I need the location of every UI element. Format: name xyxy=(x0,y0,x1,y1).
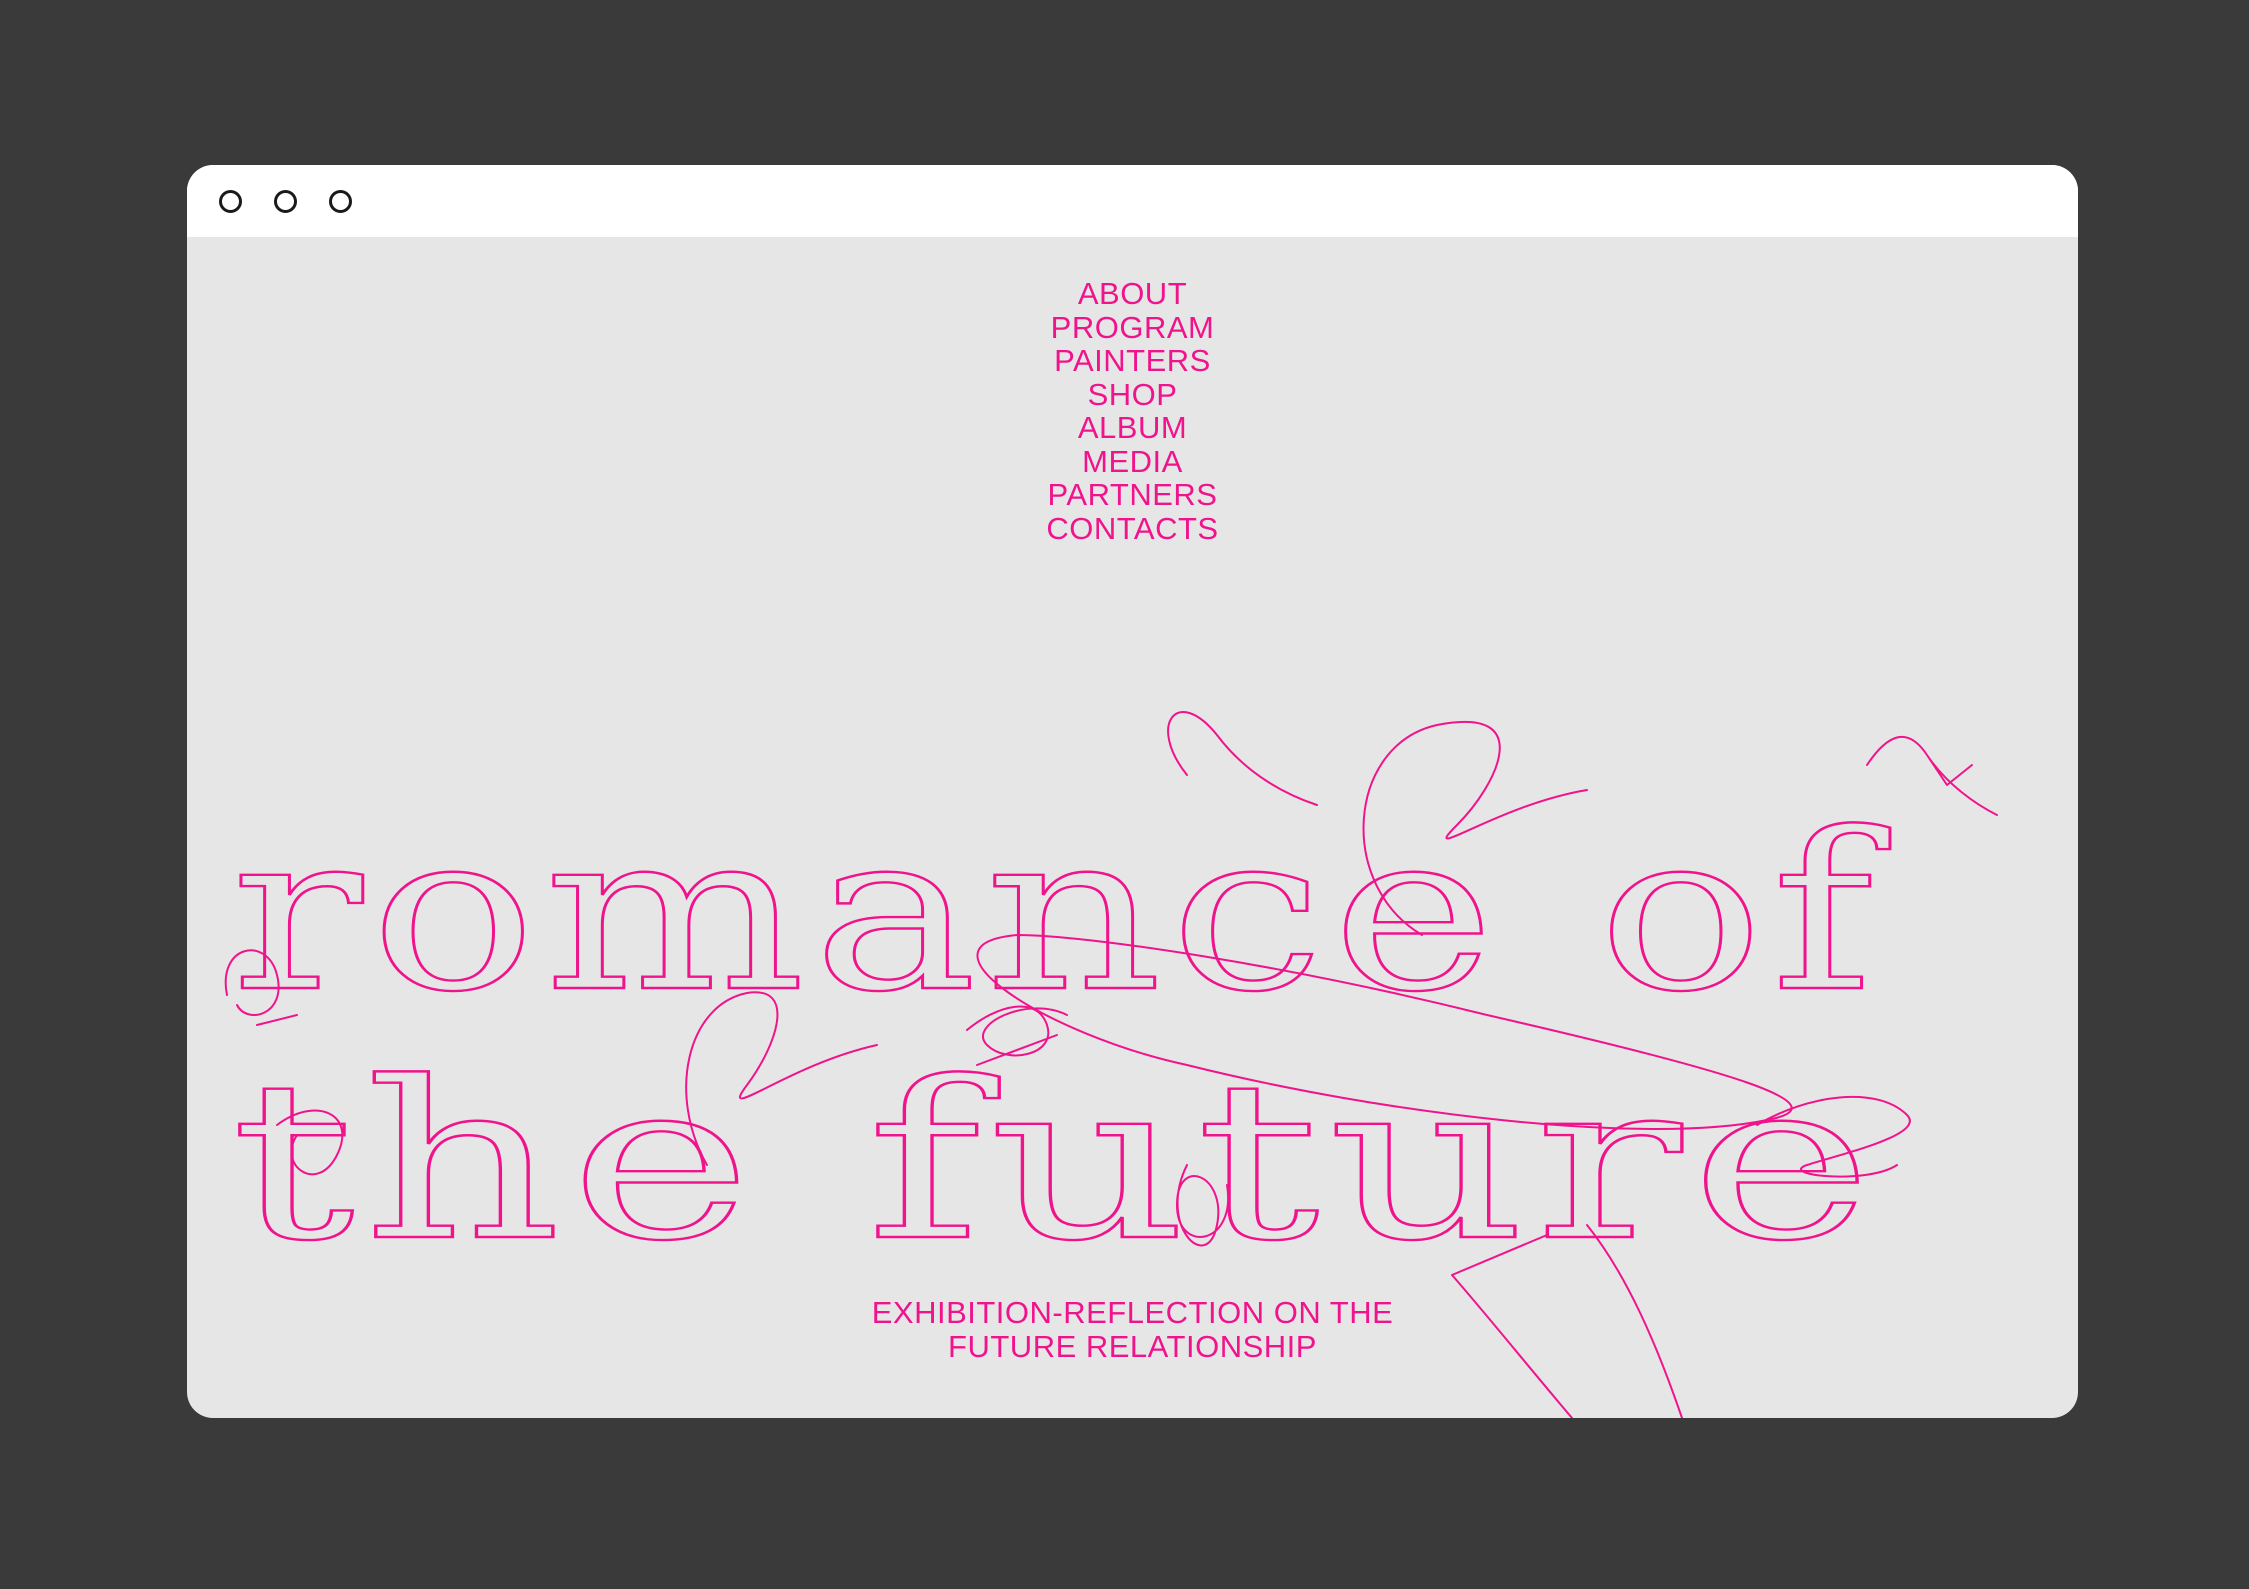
scribble-knot-end xyxy=(1756,1095,1911,1178)
scribble-flourish-f xyxy=(1866,735,1998,816)
main-nav: ABOUT PROGRAM PAINTERS SHOP ALBUM MEDIA … xyxy=(187,277,2078,545)
window-control-circle-icon[interactable] xyxy=(219,190,242,213)
scribble-knot-u xyxy=(1176,1164,1230,1247)
nav-link-media[interactable]: MEDIA xyxy=(1082,444,1183,479)
scribble-knot-r xyxy=(224,949,298,1026)
subtitle-line-1: EXHIBITION-REFLECTION ON THE xyxy=(871,1295,1394,1330)
nav-link-partners[interactable]: PARTNERS xyxy=(1048,478,1218,512)
nav-link-contacts[interactable]: CONTACTS xyxy=(1046,511,1218,546)
nav-link-painters[interactable]: PAINTERS xyxy=(1054,344,1211,378)
nav-link-about[interactable]: ABOUT xyxy=(1078,277,1187,311)
nav-item-partners: PARTNERS xyxy=(187,478,2078,512)
nav-link-album[interactable]: ALBUM xyxy=(1078,411,1187,445)
nav-link-shop[interactable]: SHOP xyxy=(1088,377,1178,412)
nav-item-shop: SHOP xyxy=(187,377,2078,412)
nav-item-contacts: CONTACTS xyxy=(187,511,2078,546)
nav-item-about: ABOUT xyxy=(187,277,2078,311)
nav-item-painters: PAINTERS xyxy=(187,344,2078,378)
nav-item-media: MEDIA xyxy=(187,444,2078,479)
subtitle-line-2: FUTURE RELATIONSHIP xyxy=(948,1329,1317,1364)
scribble-loop-c xyxy=(1167,711,1318,806)
hero-title-line-2: the future xyxy=(231,1036,1881,1289)
scribble-knot-t xyxy=(276,1109,344,1176)
window-titlebar xyxy=(187,165,2078,237)
window-control-circle-icon[interactable] xyxy=(274,190,297,213)
window-control-circle-icon[interactable] xyxy=(329,190,352,213)
browser-window: ABOUT PROGRAM PAINTERS SHOP ALBUM MEDIA … xyxy=(187,165,2078,1418)
hero-title-line-1: romance of xyxy=(231,787,1890,1040)
scribble-loop-the xyxy=(685,991,878,1166)
scribble-loop-e xyxy=(1362,720,1588,936)
nav-item-album: ALBUM xyxy=(187,411,2078,445)
scribble-loop xyxy=(976,934,1793,1130)
exhibition-subtitle: EXHIBITION-REFLECTION ON THE FUTURE RELA… xyxy=(187,1296,2078,1364)
nav-item-program: PROGRAM xyxy=(187,310,2078,345)
scribble-knot-f xyxy=(966,1005,1068,1066)
nav-link-program[interactable]: PROGRAM xyxy=(1051,310,1215,345)
